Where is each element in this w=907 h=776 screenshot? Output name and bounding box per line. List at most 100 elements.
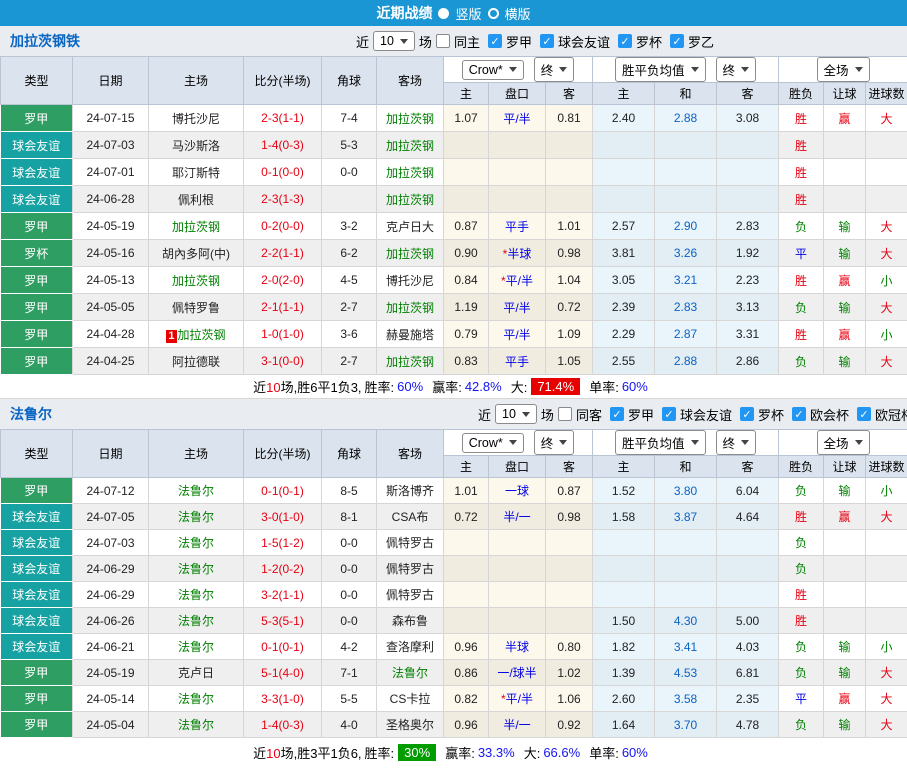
home-team-name[interactable]: 加拉茨钢 [172, 274, 220, 288]
away-team-name[interactable]: 克卢日大 [386, 220, 434, 234]
horizontal-layout-radio[interactable] [488, 8, 499, 19]
home-team-name[interactable]: 法鲁尔 [178, 484, 214, 498]
home-team-cell: 耶汀斯特 [149, 159, 244, 186]
match-row: 罗甲24-05-13加拉茨钢2-0(2-0)4-5博托沙尼0.84*平/半1.0… [1, 267, 907, 294]
odds-final-select[interactable]: 终 [534, 57, 575, 82]
away-team-name[interactable]: 佩特罗古 [386, 562, 434, 576]
handicap-result-cell: 输 [824, 478, 866, 504]
away-team-cell: 加拉茨钢 [377, 105, 444, 132]
home-team-name[interactable]: 加拉茨钢 [178, 328, 226, 342]
away-team-name[interactable]: 斯洛博齐 [386, 484, 434, 498]
away-team-name[interactable]: 加拉茨钢 [386, 301, 434, 315]
avg-odds-select[interactable]: 胜平负均值 [615, 430, 706, 455]
league-checkbox[interactable]: ✓ [857, 407, 871, 421]
away-team-name[interactable]: 佩特罗古 [386, 588, 434, 602]
score-cell: 2-0(2-0) [244, 267, 322, 294]
away-team-name[interactable]: 加拉茨钢 [386, 139, 434, 153]
crow-away-odds: 0.81 [546, 105, 593, 132]
filter-controls: 近10场同主✓罗甲✓球会友谊✓罗杯✓罗乙 [356, 26, 718, 56]
avg-away-odds [717, 530, 779, 556]
type-cell: 罗甲 [1, 660, 73, 686]
home-team-name[interactable]: 法鲁尔 [178, 640, 214, 654]
home-team-name[interactable]: 法鲁尔 [178, 562, 214, 576]
col-handicap-result: 让球 [824, 83, 866, 105]
league-checkbox[interactable]: ✓ [488, 34, 502, 48]
avg-odds-select[interactable]: 胜平负均值 [615, 57, 706, 82]
away-team-name[interactable]: 加拉茨钢 [386, 166, 434, 180]
match-count-select[interactable]: 10 [495, 404, 537, 424]
home-team-name[interactable]: 耶汀斯特 [172, 166, 220, 180]
home-team-name[interactable]: 法鲁尔 [178, 588, 214, 602]
odds-final-select[interactable]: 终 [534, 430, 575, 455]
league-checkbox[interactable]: ✓ [610, 407, 624, 421]
match-row: 球会友谊24-06-29法鲁尔1-2(0-2)0-0佩特罗古负 [1, 556, 907, 582]
same-venue-checkbox[interactable] [558, 407, 572, 421]
result-cell: 负 [779, 660, 824, 686]
league-checkbox[interactable]: ✓ [618, 34, 632, 48]
scope-select[interactable]: 全场 [817, 430, 870, 455]
scope-select[interactable]: 全场 [817, 57, 870, 82]
avg-home-odds: 1.58 [593, 504, 655, 530]
vertical-layout-radio[interactable] [438, 8, 449, 19]
home-team-name[interactable]: 马沙斯洛 [172, 139, 220, 153]
home-team-name[interactable]: 法鲁尔 [178, 614, 214, 628]
home-team-name[interactable]: 法鲁尔 [178, 510, 214, 524]
handicap-result-cell: 赢 [824, 105, 866, 132]
avg-final-select[interactable]: 终 [716, 430, 757, 455]
home-team-name[interactable]: 胡內多阿(中) [162, 247, 230, 261]
avg-away-odds [717, 132, 779, 159]
away-team-name[interactable]: 加拉茨钢 [386, 355, 434, 369]
away-team-name[interactable]: 森布鲁 [392, 614, 428, 628]
league-checkbox[interactable]: ✓ [670, 34, 684, 48]
home-team-name[interactable]: 博托沙尼 [172, 112, 220, 126]
home-team-name[interactable]: 克卢日 [178, 666, 214, 680]
avg-away-odds: 2.35 [717, 686, 779, 712]
chevron-down-icon [691, 440, 699, 445]
col-crow-away: 客 [546, 456, 593, 478]
odds-company-select[interactable]: Crow* [462, 433, 524, 453]
league-checkbox[interactable]: ✓ [662, 407, 676, 421]
away-team-name[interactable]: 法鲁尔 [392, 666, 428, 680]
team-name[interactable]: 法鲁尔 [10, 404, 52, 424]
away-team-name[interactable]: 加拉茨钢 [386, 112, 434, 126]
home-team-name[interactable]: 法鲁尔 [178, 718, 214, 732]
away-team-name[interactable]: 佩特罗古 [386, 536, 434, 550]
away-team-name[interactable]: 加拉茨钢 [386, 247, 434, 261]
handicap-result-cell [824, 132, 866, 159]
away-team-cell: CSA布 [377, 504, 444, 530]
same-venue-checkbox[interactable] [436, 34, 450, 48]
corner-cell: 3-2 [322, 213, 377, 240]
goals-result-cell: 大 [866, 504, 907, 530]
home-team-cell: 佩利根 [149, 186, 244, 213]
away-team-name[interactable]: 赫曼施塔 [386, 328, 434, 342]
avg-draw-odds: 4.53 [655, 660, 717, 686]
home-team-name[interactable]: 法鲁尔 [178, 536, 214, 550]
handicap-result-cell: 输 [824, 712, 866, 738]
away-team-name[interactable]: 博托沙尼 [386, 274, 434, 288]
away-team-name[interactable]: 圣格奥尔 [386, 718, 434, 732]
league-checkbox[interactable]: ✓ [740, 407, 754, 421]
home-team-name[interactable]: 佩利根 [178, 193, 214, 207]
handicap-result-cell: 输 [824, 213, 866, 240]
away-team-name[interactable]: 加拉茨钢 [386, 193, 434, 207]
odds-company-select[interactable]: Crow* [462, 60, 524, 80]
home-team-name[interactable]: 佩特罗鲁 [172, 301, 220, 315]
crow-away-odds: 1.09 [546, 321, 593, 348]
home-team-name[interactable]: 阿拉德联 [172, 355, 220, 369]
home-team-name[interactable]: 加拉茨钢 [172, 220, 220, 234]
match-count-select[interactable]: 10 [373, 31, 415, 51]
away-team-name[interactable]: CS卡拉 [390, 692, 431, 706]
result-cell: 负 [779, 348, 824, 375]
result-cell: 胜 [779, 504, 824, 530]
corner-cell: 2-7 [322, 348, 377, 375]
away-team-name[interactable]: 查洛摩利 [386, 640, 434, 654]
league-checkbox[interactable]: ✓ [540, 34, 554, 48]
league-checkbox[interactable]: ✓ [792, 407, 806, 421]
home-team-cell: 法鲁尔 [149, 634, 244, 660]
team-name[interactable]: 加拉茨钢铁 [10, 31, 80, 51]
home-team-name[interactable]: 法鲁尔 [178, 692, 214, 706]
avg-final-select[interactable]: 终 [716, 57, 757, 82]
star-mark: * [501, 692, 506, 706]
crow-home-odds: 0.96 [444, 634, 489, 660]
away-team-name[interactable]: CSA布 [392, 510, 429, 524]
